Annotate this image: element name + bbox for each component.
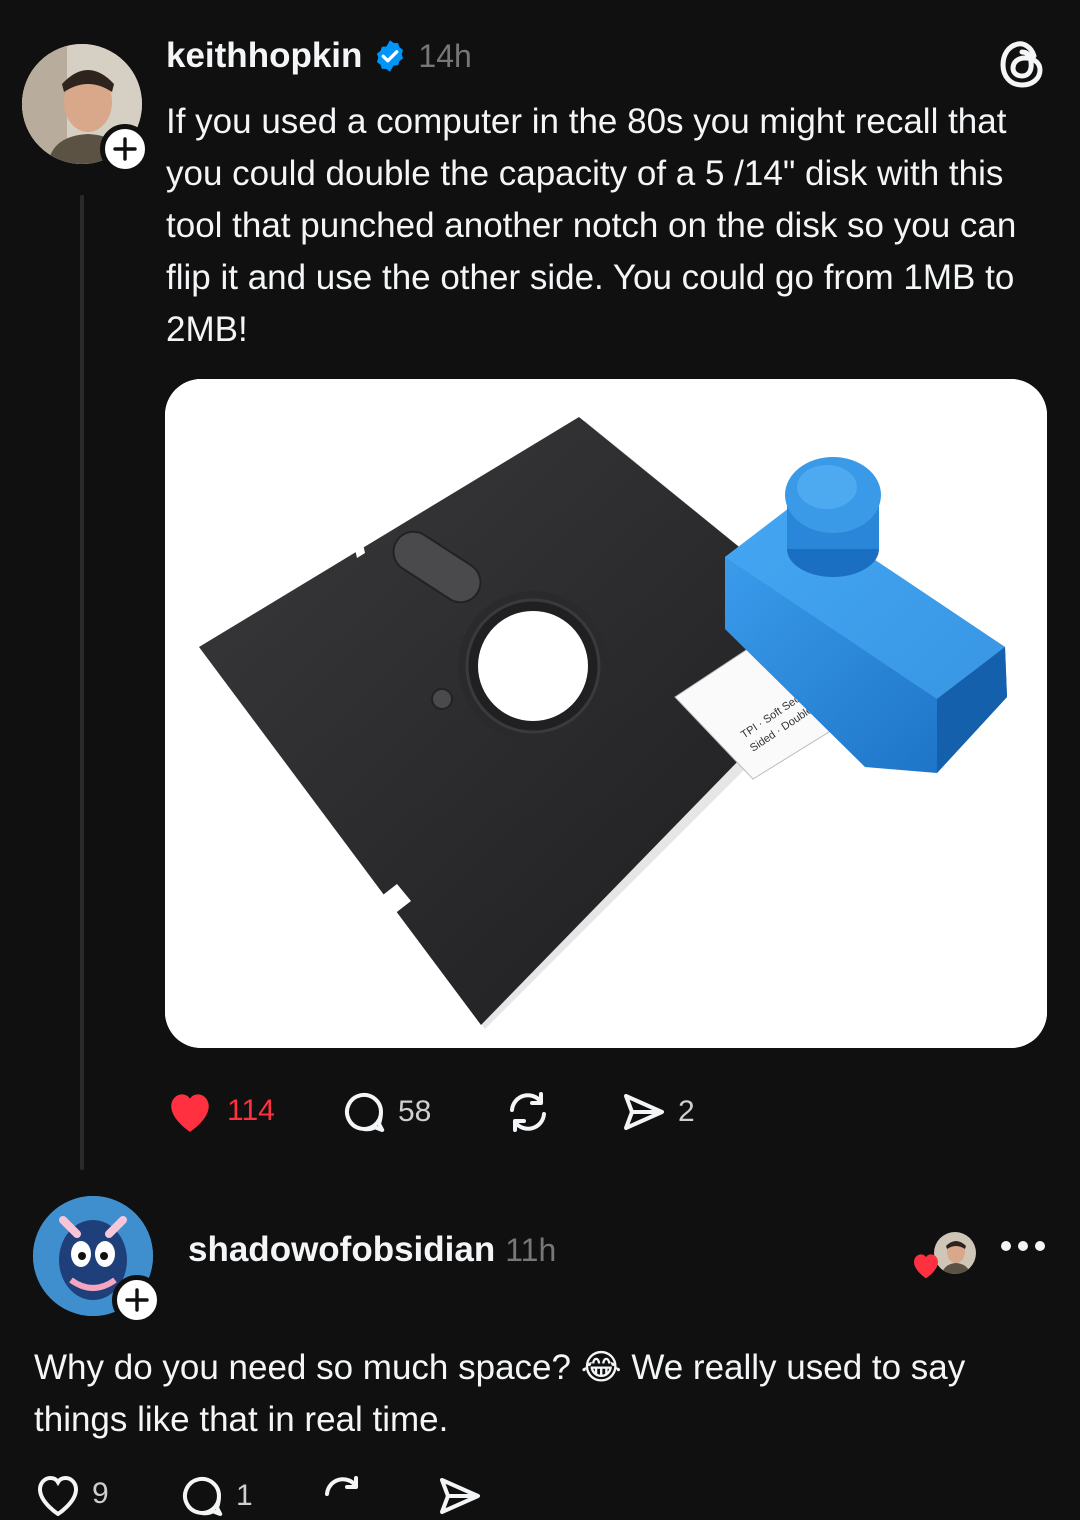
- post-header: keithhopkin 14h: [166, 36, 472, 76]
- post-image[interactable]: Sided · Double Density TPI · Soft Sector…: [165, 379, 1047, 1048]
- reply-count: 58: [398, 1095, 432, 1128]
- reply-header: shadowofobsidian 11h: [188, 1230, 556, 1270]
- share-count: 2: [678, 1095, 695, 1128]
- like-count: 114: [227, 1094, 275, 1127]
- reply-reply-button[interactable]: 1: [178, 1472, 253, 1520]
- threads-logo-icon: [1000, 41, 1043, 88]
- reply-button[interactable]: 58: [340, 1088, 431, 1136]
- repost-button[interactable]: [503, 1088, 553, 1136]
- post-time: 14h: [418, 37, 472, 74]
- follow-plus-button[interactable]: [112, 1275, 162, 1325]
- more-options-button[interactable]: [1000, 1240, 1046, 1252]
- plus-icon: [113, 137, 137, 161]
- threads-logo-button[interactable]: [998, 38, 1046, 95]
- repost-icon: [510, 1092, 546, 1132]
- heart-outline-icon: [37, 1475, 79, 1516]
- floppy-disk-image: Sided · Double Density TPI · Soft Sector…: [165, 379, 1047, 1048]
- follow-plus-button[interactable]: [100, 124, 150, 174]
- verified-badge-icon: [377, 40, 404, 72]
- reply-like-button[interactable]: 9: [34, 1472, 109, 1516]
- more-options-icon: [1001, 1241, 1045, 1251]
- send-icon: [440, 1478, 480, 1514]
- like-button[interactable]: 114: [165, 1088, 275, 1134]
- heart-filled-icon: [914, 1254, 938, 1279]
- repost-icon: [325, 1476, 358, 1496]
- reply-like-count: 9: [92, 1477, 109, 1510]
- send-icon: [624, 1094, 664, 1130]
- liked-by-author-indicator: [910, 1232, 976, 1279]
- post-username[interactable]: keithhopkin: [166, 36, 362, 76]
- comment-icon: [183, 1476, 223, 1516]
- reply-share-button[interactable]: [436, 1472, 484, 1520]
- heart-filled-icon: [171, 1094, 209, 1132]
- post-author-avatar-wrap[interactable]: [22, 44, 150, 174]
- reply-username[interactable]: shadowofobsidian: [188, 1230, 495, 1270]
- thread-connector-line: [80, 195, 84, 1170]
- post-body-text: If you used a computer in the 80s you mi…: [166, 102, 1017, 349]
- reply-author-avatar-wrap[interactable]: [33, 1196, 162, 1325]
- reply-reply-count: 1: [236, 1479, 253, 1512]
- plus-icon: [125, 1288, 149, 1312]
- reply-repost-button[interactable]: [318, 1472, 368, 1520]
- reply-time: 11h: [505, 1231, 557, 1268]
- comment-icon: [345, 1092, 385, 1132]
- reply-body-text: Why do you need so much space? 😂 We real…: [34, 1348, 966, 1439]
- share-button[interactable]: 2: [620, 1088, 695, 1136]
